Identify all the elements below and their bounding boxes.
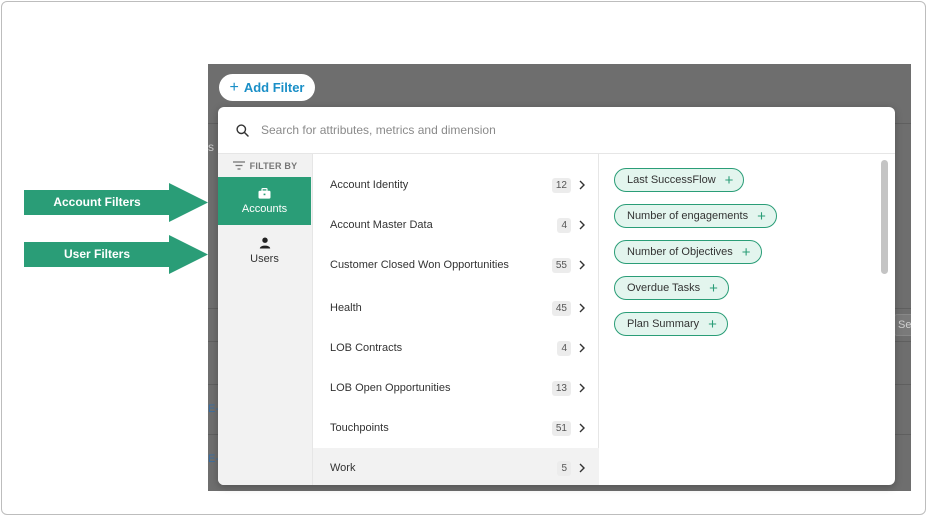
- briefcase-icon: [258, 187, 271, 199]
- plus-icon: +: [757, 207, 766, 225]
- category-accounts[interactable]: Accounts: [218, 177, 311, 225]
- user-icon: [259, 237, 270, 249]
- group-item[interactable]: Customer Closed Won Opportunities 55: [313, 245, 599, 285]
- count-badge: 4: [557, 217, 571, 233]
- group-item[interactable]: Account Identity 12: [313, 165, 599, 205]
- group-label: Account Identity: [330, 179, 409, 191]
- chevron-right-icon: [579, 220, 585, 230]
- count-badge: 5: [557, 460, 571, 476]
- search-icon: [236, 123, 249, 137]
- group-item[interactable]: Touchpoints 51: [313, 408, 599, 448]
- filter-by-header: FILTER BY: [218, 154, 312, 177]
- count-badge: 51: [551, 420, 571, 436]
- chip-label: Plan Summary: [627, 318, 700, 330]
- search-bar: [218, 107, 895, 154]
- user-filters-label: User Filters: [63, 247, 131, 261]
- filter-icon: [232, 161, 245, 170]
- filter-panel: FILTER BY Accounts Users Account Identit…: [218, 107, 895, 485]
- attribute-chip[interactable]: Number of engagements +: [614, 204, 777, 228]
- attribute-chip[interactable]: Overdue Tasks +: [614, 276, 729, 300]
- count-badge: 13: [551, 380, 571, 396]
- attribute-chip[interactable]: Last SuccessFlow +: [614, 168, 745, 192]
- group-item[interactable]: LOB Contracts 4: [313, 328, 599, 368]
- group-label: LOB Open Opportunities: [330, 382, 451, 394]
- chip-label: Overdue Tasks: [627, 282, 701, 294]
- count-badge: 45: [551, 300, 571, 316]
- group-item[interactable]: Account Master Data 4: [313, 205, 599, 245]
- filter-by-label: FILTER BY: [249, 160, 298, 171]
- plus-icon: +: [741, 243, 751, 261]
- group-label: Work: [330, 462, 356, 474]
- chip-label: Number of engagements: [627, 210, 749, 222]
- group-label: Touchpoints: [330, 422, 389, 434]
- plus-icon: +: [229, 78, 239, 96]
- attribute-chip[interactable]: Plan Summary +: [614, 312, 728, 336]
- group-item[interactable]: Work 5: [313, 448, 599, 485]
- background-search-input: Sea: [894, 314, 911, 336]
- group-label: Customer Closed Won Opportunities: [330, 259, 509, 271]
- group-item[interactable]: LOB Open Opportunities 13: [313, 368, 599, 408]
- search-input[interactable]: [261, 123, 821, 137]
- count-badge: 12: [551, 177, 571, 193]
- category-users[interactable]: Users: [218, 227, 311, 275]
- chevron-right-icon: [579, 423, 585, 433]
- background-text: s: [208, 140, 214, 154]
- category-label: Accounts: [241, 202, 288, 215]
- chevron-right-icon: [579, 303, 585, 313]
- group-item[interactable]: Health 45: [313, 288, 599, 328]
- count-badge: 55: [551, 257, 571, 273]
- account-filters-label: Account Filters: [53, 195, 141, 209]
- group-label: LOB Contracts: [330, 342, 403, 354]
- group-label: Account Master Data: [330, 219, 433, 231]
- chevron-right-icon: [579, 180, 585, 190]
- group-label: Health: [330, 302, 362, 314]
- chip-label: Last SuccessFlow: [627, 174, 716, 186]
- add-filter-label: Add Filter: [243, 80, 305, 95]
- plus-icon: +: [724, 171, 734, 189]
- chevron-right-icon: [579, 383, 585, 393]
- plus-icon: +: [709, 279, 718, 297]
- category-label: Users: [250, 253, 279, 265]
- attribute-group-list: Account Identity 12 Account Master Data …: [312, 154, 599, 485]
- plus-icon: +: [708, 315, 717, 333]
- chevron-right-icon: [579, 260, 585, 270]
- chevron-right-icon: [579, 343, 585, 353]
- filter-category-column: FILTER BY Accounts Users: [218, 154, 312, 485]
- chip-label: Number of Objectives: [627, 246, 733, 258]
- add-filter-button[interactable]: + Add Filter: [219, 74, 315, 101]
- count-badge: 4: [557, 340, 571, 356]
- attribute-list: Last SuccessFlow + Number of engagements…: [599, 154, 895, 485]
- scrollbar[interactable]: [881, 160, 888, 274]
- attribute-chip[interactable]: Number of Objectives +: [614, 240, 762, 264]
- chevron-right-icon: [579, 463, 585, 473]
